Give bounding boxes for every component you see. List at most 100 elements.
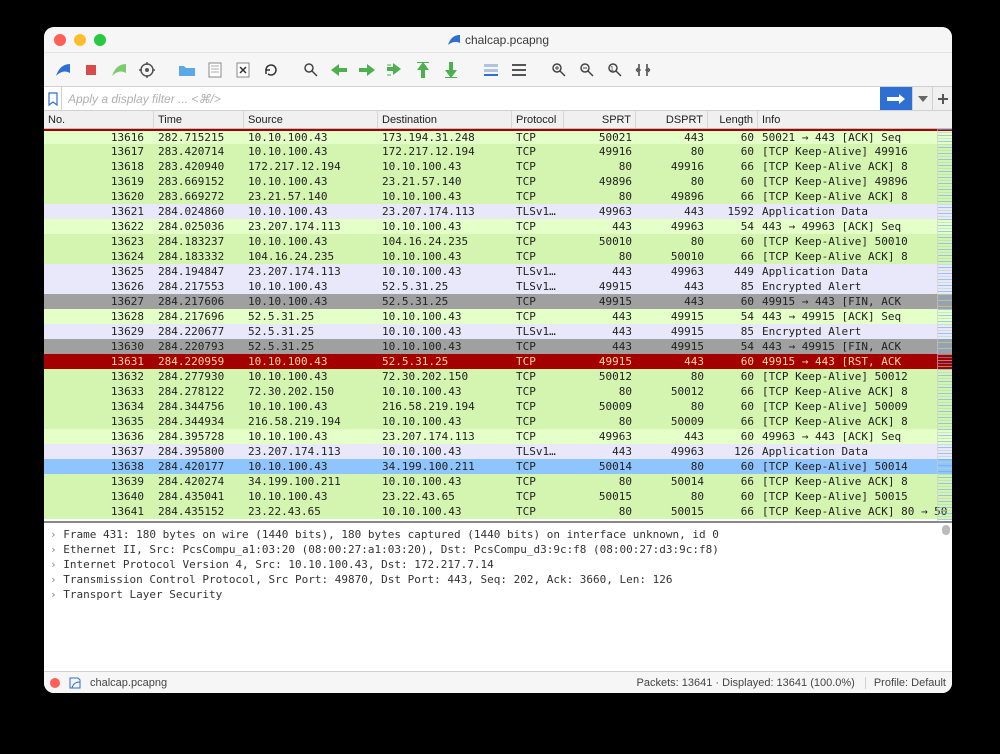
- cell-protocol: TCP: [512, 489, 564, 504]
- cell-source: 23.207.174.113: [244, 444, 378, 459]
- reload-button[interactable]: [258, 57, 284, 83]
- packet-row[interactable]: 13627284.21760610.10.100.4352.5.31.25TCP…: [44, 294, 952, 309]
- expand-caret-icon[interactable]: ›: [50, 543, 63, 556]
- file-close-button[interactable]: [230, 57, 256, 83]
- packet-row[interactable]: 13620283.66927223.21.57.14010.10.100.43T…: [44, 189, 952, 204]
- col-header-length[interactable]: Length: [708, 111, 758, 128]
- packet-row[interactable]: 13621284.02486010.10.100.4323.207.174.11…: [44, 204, 952, 219]
- cell-dport: 49915: [636, 324, 708, 339]
- packet-list-header[interactable]: No. Time Source Destination Protocol SPR…: [44, 111, 952, 129]
- col-header-time[interactable]: Time: [154, 111, 244, 128]
- status-profile[interactable]: Profile: Default: [865, 677, 946, 689]
- resize-columns-button[interactable]: [630, 57, 656, 83]
- packet-list[interactable]: 13616282.71521510.10.100.43173.194.31.24…: [44, 129, 952, 521]
- packet-row[interactable]: 13636284.39572810.10.100.4323.207.174.11…: [44, 429, 952, 444]
- go-to-packet-button[interactable]: [382, 57, 408, 83]
- cell-dport: 50014: [636, 474, 708, 489]
- cell-info: 443 → 49963 [ACK] Seq: [758, 219, 952, 234]
- packet-row[interactable]: 13640284.43504110.10.100.4323.22.43.65TC…: [44, 489, 952, 504]
- cell-length: 60: [708, 489, 758, 504]
- cell-no: 13634: [44, 399, 154, 414]
- capture-restart-button[interactable]: [106, 57, 132, 83]
- file-save-button[interactable]: [202, 57, 228, 83]
- cell-info: 49915 → 443 [FIN, ACK: [758, 294, 952, 309]
- go-last-button[interactable]: [438, 57, 464, 83]
- cell-no: 13619: [44, 174, 154, 189]
- col-header-destination[interactable]: Destination: [378, 111, 512, 128]
- colorize-button[interactable]: [506, 57, 532, 83]
- packet-row[interactable]: 13639284.42027434.199.100.21110.10.100.4…: [44, 474, 952, 489]
- expand-caret-icon[interactable]: ›: [50, 558, 63, 571]
- cell-source: 10.10.100.43: [244, 399, 378, 414]
- packet-row[interactable]: 13641284.43515223.22.43.6510.10.100.43TC…: [44, 504, 952, 519]
- window-zoom-button[interactable]: [94, 34, 106, 46]
- packet-row[interactable]: 13634284.34475610.10.100.43216.58.219.19…: [44, 399, 952, 414]
- zoom-in-button[interactable]: [546, 57, 572, 83]
- filter-apply-button[interactable]: [880, 87, 912, 110]
- detail-line[interactable]: › Frame 431: 180 bytes on wire (1440 bit…: [50, 527, 946, 542]
- zoom-reset-button[interactable]: 1: [602, 57, 628, 83]
- filter-bookmark-button[interactable]: [44, 87, 62, 110]
- expand-caret-icon[interactable]: ›: [50, 588, 63, 601]
- go-back-button[interactable]: [326, 57, 352, 83]
- auto-scroll-button[interactable]: [478, 57, 504, 83]
- detail-line[interactable]: › Ethernet II, Src: PcsCompu_a1:03:20 (0…: [50, 542, 946, 557]
- packet-row[interactable]: 13625284.19484723.207.174.11310.10.100.4…: [44, 264, 952, 279]
- col-header-source[interactable]: Source: [244, 111, 378, 128]
- zoom-out-button[interactable]: [574, 57, 600, 83]
- filter-history-button[interactable]: [912, 87, 932, 110]
- packet-row[interactable]: 13633284.27812272.30.202.15010.10.100.43…: [44, 384, 952, 399]
- expand-caret-icon[interactable]: ›: [50, 573, 63, 586]
- capture-stop-button[interactable]: [78, 57, 104, 83]
- col-header-protocol[interactable]: Protocol: [512, 111, 564, 128]
- cell-sport: 80: [564, 249, 636, 264]
- expand-caret-icon[interactable]: ›: [50, 528, 63, 541]
- packet-row[interactable]: 13622284.02503623.207.174.11310.10.100.4…: [44, 219, 952, 234]
- capture-options-button[interactable]: [134, 57, 160, 83]
- packet-row[interactable]: 13624284.183332104.16.24.23510.10.100.43…: [44, 249, 952, 264]
- display-filter-input[interactable]: [62, 87, 880, 110]
- details-scrollbar-thumb[interactable]: [942, 525, 950, 535]
- expert-info-button[interactable]: [50, 678, 60, 688]
- packet-row[interactable]: 13617283.42071410.10.100.43172.217.12.19…: [44, 144, 952, 159]
- packet-row[interactable]: 13629284.22067752.5.31.2510.10.100.43TLS…: [44, 324, 952, 339]
- packet-row[interactable]: 13623284.18323710.10.100.43104.16.24.235…: [44, 234, 952, 249]
- packet-row[interactable]: 13626284.21755310.10.100.4352.5.31.25TLS…: [44, 279, 952, 294]
- window-minimize-button[interactable]: [74, 34, 86, 46]
- packet-details-pane[interactable]: › Frame 431: 180 bytes on wire (1440 bit…: [44, 521, 952, 671]
- detail-line[interactable]: › Internet Protocol Version 4, Src: 10.1…: [50, 557, 946, 572]
- packet-row[interactable]: 13616282.71521510.10.100.43173.194.31.24…: [44, 129, 952, 144]
- detail-line[interactable]: › Transport Layer Security: [50, 587, 946, 602]
- find-button[interactable]: [298, 57, 324, 83]
- col-header-info[interactable]: Info: [758, 111, 952, 128]
- col-header-no[interactable]: No.: [44, 111, 154, 128]
- cell-info: [TCP Keep-Alive ACK] 80 → 50: [758, 504, 952, 519]
- cell-source: 10.10.100.43: [244, 204, 378, 219]
- packet-row[interactable]: 13631284.22095910.10.100.4352.5.31.25TCP…: [44, 354, 952, 369]
- packet-row[interactable]: 13630284.22079352.5.31.2510.10.100.43TCP…: [44, 339, 952, 354]
- cell-protocol: TCP: [512, 339, 564, 354]
- packet-row[interactable]: 13638284.42017710.10.100.4334.199.100.21…: [44, 459, 952, 474]
- window-close-button[interactable]: [54, 34, 66, 46]
- go-first-button[interactable]: [410, 57, 436, 83]
- cell-destination: 23.207.174.113: [378, 204, 512, 219]
- go-forward-button[interactable]: [354, 57, 380, 83]
- cell-length: 60: [708, 369, 758, 384]
- packet-row[interactable]: 13637284.39580023.207.174.11310.10.100.4…: [44, 444, 952, 459]
- packet-row[interactable]: 13618283.420940172.217.12.19410.10.100.4…: [44, 159, 952, 174]
- packet-row[interactable]: 13632284.27793010.10.100.4372.30.202.150…: [44, 369, 952, 384]
- cell-protocol: TCP: [512, 369, 564, 384]
- cell-protocol: TCP: [512, 159, 564, 174]
- filter-add-button[interactable]: [932, 87, 952, 110]
- packet-row[interactable]: 13635284.344934216.58.219.19410.10.100.4…: [44, 414, 952, 429]
- cell-length: 60: [708, 144, 758, 159]
- packet-row[interactable]: 13619283.66915210.10.100.4323.21.57.140T…: [44, 174, 952, 189]
- detail-line[interactable]: › Transmission Control Protocol, Src Por…: [50, 572, 946, 587]
- window-title: chalcap.pcapng: [44, 33, 952, 47]
- cell-length: 60: [708, 294, 758, 309]
- col-header-sprt[interactable]: SPRT: [564, 111, 636, 128]
- col-header-dsprt[interactable]: DSPRT: [636, 111, 708, 128]
- capture-start-button[interactable]: [50, 57, 76, 83]
- packet-row[interactable]: 13628284.21769652.5.31.2510.10.100.43TCP…: [44, 309, 952, 324]
- file-open-button[interactable]: [174, 57, 200, 83]
